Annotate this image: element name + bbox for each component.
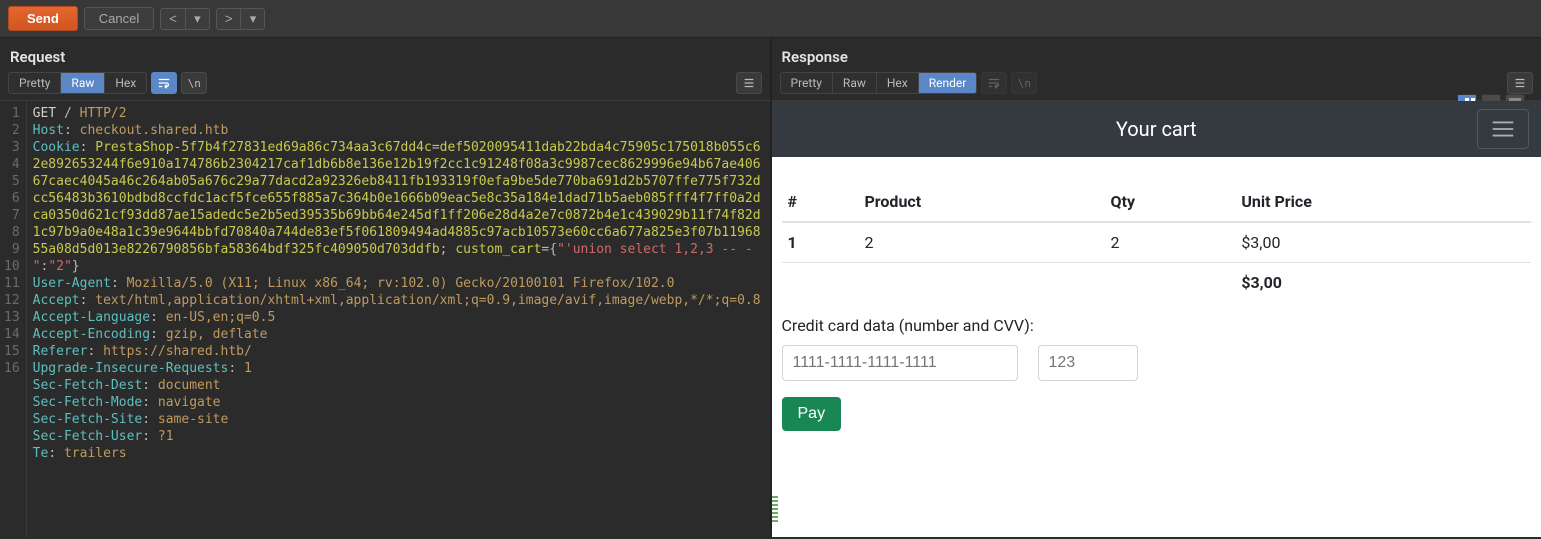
table-total-row: $3,00 (782, 263, 1532, 303)
navbar-toggle-button[interactable] (1477, 109, 1529, 149)
action-bar: Send Cancel < ▾ > ▾ (0, 0, 1541, 38)
inspector-grip[interactable] (772, 496, 778, 522)
tab-pretty[interactable]: Pretty (781, 73, 833, 93)
cell-product: 2 (858, 222, 1104, 263)
tab-pretty[interactable]: Pretty (9, 73, 61, 93)
col-price: Unit Price (1235, 182, 1531, 223)
cc-number-input[interactable] (782, 345, 1018, 381)
response-toolbar: Pretty Raw Hex Render \n (772, 72, 1541, 101)
history-forward-dropdown[interactable]: ▾ (241, 8, 265, 30)
send-button[interactable]: Send (8, 6, 78, 31)
tab-hex[interactable]: Hex (877, 73, 919, 93)
line-gutter: 1 2 3 4 5 6 7 8 9 10 11 12 13 14 15 16 (0, 101, 27, 537)
request-toolbar: Pretty Raw Hex \n (0, 72, 770, 101)
col-qty: Qty (1105, 182, 1236, 223)
col-index: # (782, 182, 859, 223)
wrap-icon (987, 76, 1001, 90)
request-pane: Request Pretty Raw Hex \n 1 2 3 4 5 6 7 … (0, 38, 770, 537)
page-navbar: Your cart (772, 101, 1541, 157)
request-editor[interactable]: 1 2 3 4 5 6 7 8 9 10 11 12 13 14 15 16 G… (0, 101, 770, 537)
cell-index: 1 (782, 222, 859, 263)
wrap-icon (157, 76, 171, 90)
request-menu-button[interactable] (736, 72, 762, 94)
table-header-row: # Product Qty Unit Price (782, 182, 1532, 223)
pay-button[interactable]: Pay (782, 397, 842, 431)
newline-icon: \n (188, 77, 201, 90)
show-nonprintable-toggle: \n (1011, 72, 1037, 94)
response-pane: Response Pretty Raw Hex Render \n (770, 38, 1541, 537)
response-view-tabs: Pretty Raw Hex Render (780, 72, 978, 94)
col-product: Product (858, 182, 1104, 223)
response-menu-button[interactable] (1507, 72, 1533, 94)
hamburger-icon (1513, 76, 1527, 90)
response-title: Response (772, 38, 1541, 72)
tab-raw[interactable]: Raw (833, 73, 877, 93)
tab-raw[interactable]: Raw (61, 73, 105, 93)
cell-price: $3,00 (1235, 222, 1531, 263)
request-title: Request (0, 38, 770, 72)
cell-total: $3,00 (1235, 263, 1531, 303)
request-raw-text[interactable]: GET / HTTP/2Host: checkout.shared.htbCoo… (27, 101, 770, 537)
history-back-dropdown[interactable]: ▾ (186, 8, 210, 30)
request-view-tabs: Pretty Raw Hex (8, 72, 147, 94)
history-forward-group: > ▾ (216, 8, 266, 30)
tab-render[interactable]: Render (919, 73, 977, 93)
cc-cvv-input[interactable] (1038, 345, 1138, 381)
history-forward-button[interactable]: > (216, 8, 242, 30)
wrap-lines-toggle (981, 72, 1007, 94)
cart-table: # Product Qty Unit Price 1 2 2 $3,00 (782, 181, 1532, 302)
show-nonprintable-toggle[interactable]: \n (181, 72, 207, 94)
history-back-button[interactable]: < (160, 8, 186, 30)
cancel-button[interactable]: Cancel (84, 7, 154, 30)
rendered-page: Your cart # Product Qty Unit Price (772, 101, 1541, 537)
history-back-group: < ▾ (160, 8, 210, 30)
tab-hex[interactable]: Hex (105, 73, 146, 93)
cell-qty: 2 (1105, 222, 1236, 263)
cc-label: Credit card data (number and CVV): (782, 316, 1532, 335)
newline-icon: \n (1018, 77, 1031, 90)
wrap-lines-toggle[interactable] (151, 72, 177, 94)
table-row: 1 2 2 $3,00 (782, 222, 1532, 263)
hamburger-icon (1489, 117, 1517, 141)
hamburger-icon (742, 76, 756, 90)
page-title: Your cart (1116, 117, 1197, 141)
